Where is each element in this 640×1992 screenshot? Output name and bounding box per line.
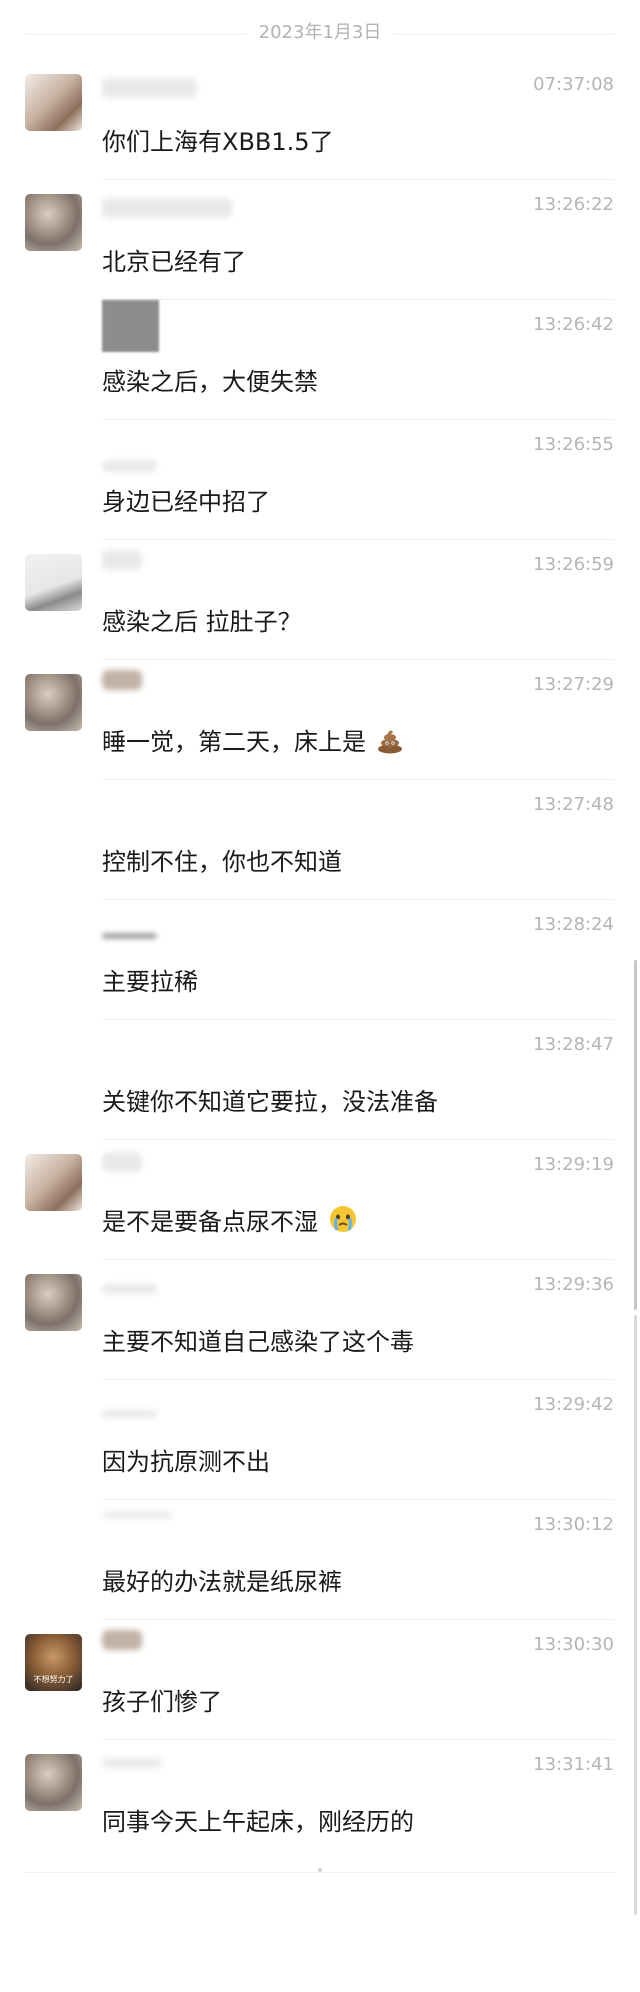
message-time: 13:31:41 xyxy=(533,1754,614,1775)
sender-name-redacted xyxy=(102,1284,157,1294)
message-text: 主要拉稀 xyxy=(102,968,198,996)
date-header: 2023年1月3日 xyxy=(258,22,382,43)
avatar[interactable] xyxy=(25,74,82,131)
message-row[interactable]: 13:26:59 感染之后 拉肚子？ xyxy=(0,540,640,660)
message-text-with-emoji: 睡一觉，第二天，床上是 xyxy=(102,722,404,760)
message-time: 13:26:55 xyxy=(533,434,614,455)
sender-name-redacted xyxy=(102,1410,157,1418)
sender-name-redacted xyxy=(102,1512,172,1518)
sender-name-redacted xyxy=(102,460,157,472)
message-time: 13:27:48 xyxy=(533,794,614,815)
avatar[interactable] xyxy=(25,1274,82,1331)
sender-name-redacted xyxy=(102,670,142,690)
sender-name-redacted xyxy=(102,300,159,352)
message-row[interactable]: 13:29:19 是不是要备点尿不湿 xyxy=(0,1140,640,1260)
message-row[interactable]: 13:31:41 同事今天上午起床，刚经历的 xyxy=(0,1740,640,1860)
avatar[interactable] xyxy=(25,674,82,731)
message-time: 13:27:29 xyxy=(533,674,614,695)
message-time: 13:26:42 xyxy=(533,314,614,335)
message-time: 13:26:59 xyxy=(533,554,614,575)
message-row[interactable]: 13:27:48 控制不住，你也不知道 xyxy=(0,780,640,900)
scrollbar[interactable] xyxy=(634,960,637,1310)
message-row[interactable]: 13:30:12 最好的办法就是纸尿裤 xyxy=(0,1500,640,1620)
sender-name-redacted xyxy=(102,1630,142,1650)
end-divider xyxy=(25,1872,615,1873)
message-text-with-emoji: 是不是要备点尿不湿 xyxy=(102,1202,358,1240)
avatar[interactable] xyxy=(25,194,82,251)
sender-name-redacted xyxy=(102,1758,162,1768)
end-dot xyxy=(318,1868,322,1872)
crying-face-icon xyxy=(328,1204,358,1240)
message-time: 13:30:12 xyxy=(533,1514,614,1535)
message-text: 感染之后，大便失禁 xyxy=(102,368,318,396)
message-time: 13:29:42 xyxy=(533,1394,614,1415)
sender-name-redacted xyxy=(102,934,157,938)
message-text: 身边已经中招了 xyxy=(102,488,270,516)
poop-emoji-icon xyxy=(376,726,404,760)
message-row[interactable]: 13:28:24 主要拉稀 xyxy=(0,900,640,1020)
sender-name-redacted xyxy=(102,78,197,98)
message-text: 是不是要备点尿不湿 xyxy=(102,1208,318,1236)
message-text: 主要不知道自己感染了这个毒 xyxy=(102,1328,414,1356)
message-text: 睡一觉，第二天，床上是 xyxy=(102,728,366,756)
message-time: 13:29:19 xyxy=(533,1154,614,1175)
message-text: 孩子们惨了 xyxy=(102,1688,222,1716)
message-row[interactable]: 13:27:29 睡一觉，第二天，床上是 xyxy=(0,660,640,780)
scrollbar-track[interactable] xyxy=(634,1315,637,1915)
date-divider-right xyxy=(393,34,615,35)
message-row[interactable]: 13:26:42 感染之后，大便失禁 xyxy=(0,300,640,420)
message-text: 北京已经有了 xyxy=(102,248,246,276)
message-text: 最好的办法就是纸尿裤 xyxy=(102,1568,342,1596)
message-time: 13:28:47 xyxy=(533,1034,614,1055)
sender-name-redacted xyxy=(102,1152,142,1172)
message-text: 因为抗原测不出 xyxy=(102,1448,270,1476)
date-divider-left xyxy=(25,34,247,35)
message-time: 13:29:36 xyxy=(533,1274,614,1295)
message-row[interactable]: 13:28:47 关键你不知道它要拉，没法准备 xyxy=(0,1020,640,1140)
avatar[interactable] xyxy=(25,554,82,611)
sender-name-redacted xyxy=(102,198,232,218)
message-text: 控制不住，你也不知道 xyxy=(102,848,342,876)
message-text: 关键你不知道它要拉，没法准备 xyxy=(102,1088,438,1116)
message-row[interactable]: 13:26:22 北京已经有了 xyxy=(0,180,640,300)
avatar[interactable] xyxy=(25,1754,82,1811)
message-text: 你们上海有XBB1.5了 xyxy=(102,128,334,156)
avatar[interactable] xyxy=(25,1154,82,1211)
avatar-caption: 不想努力了 xyxy=(33,1675,74,1684)
message-row[interactable]: 13:26:55 身边已经中招了 xyxy=(0,420,640,540)
message-row[interactable]: 07:37:08 你们上海有XBB1.5了 xyxy=(0,60,640,180)
message-text: 感染之后 拉肚子？ xyxy=(102,608,302,636)
message-row[interactable]: 不想努力了 13:30:30 孩子们惨了 xyxy=(0,1620,640,1740)
avatar[interactable]: 不想努力了 xyxy=(25,1634,82,1691)
message-time: 07:37:08 xyxy=(533,74,614,95)
sender-name-redacted xyxy=(102,550,142,570)
message-row[interactable]: 13:29:42 因为抗原测不出 xyxy=(0,1380,640,1500)
message-row[interactable]: 13:29:36 主要不知道自己感染了这个毒 xyxy=(0,1260,640,1380)
message-text: 同事今天上午起床，刚经历的 xyxy=(102,1808,414,1836)
message-time: 13:26:22 xyxy=(533,194,614,215)
message-time: 13:30:30 xyxy=(533,1634,614,1655)
message-time: 13:28:24 xyxy=(533,914,614,935)
